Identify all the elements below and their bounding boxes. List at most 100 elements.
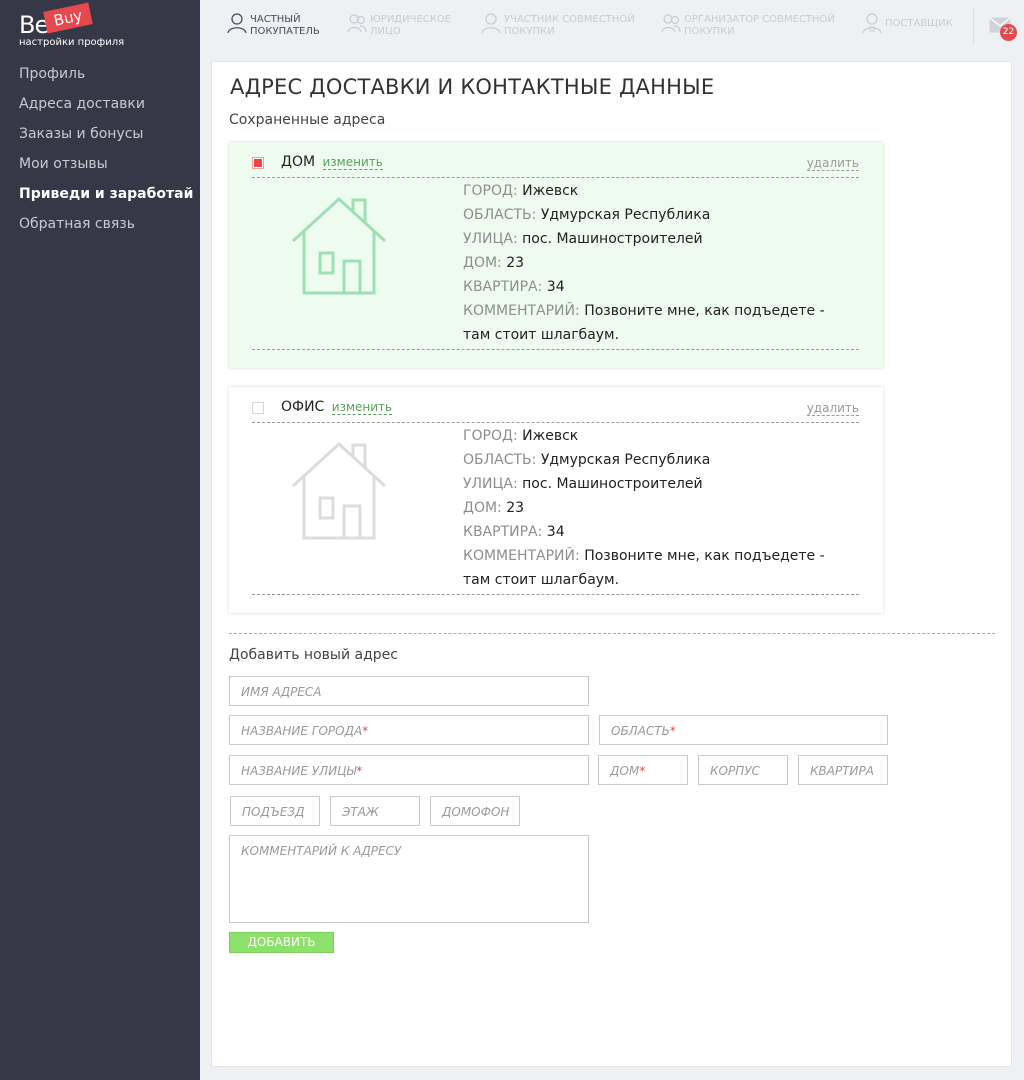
tab-label: ПОСТАВЩИК	[885, 18, 953, 29]
edit-address-link[interactable]: изменить	[322, 155, 383, 170]
logo-buy-badge: Buy	[43, 2, 93, 34]
address-street-row: УЛИЦА: пос. Машиностроителей	[463, 227, 843, 251]
tab-label: ОРГАНИЗАТОР СОВМЕСТНОЙ ПОКУПКИ	[684, 14, 835, 37]
saved-addresses-label: Сохраненные адреса	[229, 112, 386, 128]
sidebar-item-refer-earn[interactable]: Приведи и заработай	[19, 182, 193, 212]
field-placeholder: ДОМОФОН	[442, 805, 510, 819]
delete-address-link[interactable]: удалить	[806, 401, 859, 416]
apartment-field[interactable]: КВАРТИРА	[798, 755, 888, 785]
apartment-key: КВАРТИРА:	[463, 524, 543, 540]
street-field[interactable]: НАЗВАНИЕ УЛИЦЫ*	[229, 755, 589, 785]
house-key: ДОМ:	[463, 255, 502, 271]
delete-address-link[interactable]: удалить	[806, 156, 859, 171]
street-value: пос. Машиностроителей	[522, 476, 703, 492]
apartment-key: КВАРТИРА:	[463, 279, 543, 295]
field-placeholder: ИМЯ АДРЕСА	[241, 685, 322, 699]
section-separator	[229, 633, 995, 634]
field-placeholder: ДОМ	[610, 764, 640, 778]
house-key: ДОМ:	[463, 500, 502, 516]
sidebar-item-feedback[interactable]: Обратная связь	[19, 212, 193, 242]
tab-legal-entity[interactable]: ЮРИДИЧЕСКОЕ ЛИЦО	[347, 12, 451, 44]
house-icon	[291, 196, 387, 295]
tab-private-buyer[interactable]: ЧАСТНЫЙ ПОКУПАТЕЛЬ	[227, 12, 320, 44]
add-address-label: Добавить новый адрес	[229, 647, 398, 663]
address-card-home: ДОМ изменить удалить ГОРОД: Ижевск ОБЛАС…	[229, 142, 883, 368]
house-field[interactable]: ДОМ*	[598, 755, 688, 785]
main-panel: АДРЕС ДОСТАВКИ И КОНТАКТНЫЕ ДАННЫЕ Сохра…	[211, 61, 1012, 1067]
address-house-row: ДОМ: 23	[463, 251, 843, 275]
person-icon	[481, 13, 501, 34]
street-value: пос. Машиностроителей	[522, 231, 703, 247]
field-placeholder: ПОДЪЕЗД	[242, 805, 305, 819]
field-placeholder: НАЗВАНИЕ УЛИЦЫ	[241, 764, 357, 778]
person-icon	[227, 13, 247, 34]
city-key: ГОРОД:	[463, 428, 518, 444]
entrance-field[interactable]: ПОДЪЕЗД	[230, 796, 320, 826]
account-type-nav: ЧАСТНЫЙ ПОКУПАТЕЛЬ ЮРИДИЧЕСКОЕ ЛИЦО УЧАС…	[200, 0, 1024, 58]
address-select-checkbox[interactable]	[252, 402, 264, 414]
edit-address-link[interactable]: изменить	[331, 400, 393, 415]
building-field[interactable]: КОРПУС	[698, 755, 788, 785]
address-card-office: ОФИС изменить удалить ГОРОД: Ижевск ОБЛА…	[229, 387, 883, 613]
address-city-row: ГОРОД: Ижевск	[463, 179, 843, 203]
person-badge-icon	[862, 13, 882, 34]
address-card-divider	[252, 594, 859, 595]
address-comment-textarea[interactable]: КОММЕНТАРИЙ К АДРЕСУ	[229, 835, 589, 923]
region-key: ОБЛАСТЬ:	[463, 207, 537, 223]
sidebar-item-orders-bonuses[interactable]: Заказы и бонусы	[19, 122, 193, 152]
sidebar-item-profile[interactable]: Профиль	[19, 62, 193, 92]
address-region-row: ОБЛАСТЬ: Удмурская Республика	[463, 203, 843, 227]
region-value: Удмурская Республика	[540, 452, 711, 468]
nav-divider	[973, 8, 974, 44]
address-details: ГОРОД: Ижевск ОБЛАСТЬ: Удмурская Республ…	[463, 424, 843, 592]
address-card-header: ОФИС изменить удалить	[252, 387, 859, 423]
house-value: 23	[506, 500, 525, 516]
tab-joint-purchase-participant[interactable]: УЧАСТНИК СОВМЕСТНОЙ ПОКУПКИ	[481, 12, 635, 44]
field-placeholder: ОБЛАСТЬ	[611, 724, 670, 738]
floor-field[interactable]: ЭТАЖ	[330, 796, 420, 826]
field-placeholder: КОММЕНТАРИЙ К АДРЕСУ	[241, 844, 402, 858]
address-apartment-row: КВАРТИРА: 34	[463, 520, 843, 544]
address-title: ОФИС изменить	[281, 399, 393, 415]
address-comment-row: КОММЕНТАРИЙ: Позвоните мне, как подъедет…	[463, 299, 843, 347]
field-placeholder: НАЗВАНИЕ ГОРОДА	[241, 724, 363, 738]
address-card-divider	[252, 349, 859, 350]
logo[interactable]: Be Buy настройки профиля	[19, 2, 129, 52]
tab-label: УЧАСТНИК СОВМЕСТНОЙ ПОКУПКИ	[504, 14, 635, 37]
field-placeholder: КОРПУС	[710, 764, 760, 778]
house-value: 23	[506, 255, 525, 271]
address-title: ДОМ изменить	[281, 154, 383, 170]
comment-key: КОММЕНТАРИЙ:	[463, 303, 580, 319]
region-key: ОБЛАСТЬ:	[463, 452, 537, 468]
field-placeholder: ЭТАЖ	[342, 805, 379, 819]
address-house-row: ДОМ: 23	[463, 496, 843, 520]
tab-label: ЧАСТНЫЙ ПОКУПАТЕЛЬ	[250, 14, 320, 37]
required-mark: *	[639, 764, 646, 778]
city-value: Ижевск	[522, 183, 579, 199]
city-field[interactable]: НАЗВАНИЕ ГОРОДА*	[229, 715, 589, 745]
tab-label: ЮРИДИЧЕСКОЕ ЛИЦО	[370, 14, 452, 37]
address-select-checkbox[interactable]	[252, 157, 264, 169]
intercom-field[interactable]: ДОМОФОН	[430, 796, 520, 826]
address-region-row: ОБЛАСТЬ: Удмурская Республика	[463, 448, 843, 472]
sidebar-item-delivery-addresses[interactable]: Адреса доставки	[19, 92, 193, 122]
logo-subtitle: настройки профиля	[19, 37, 125, 48]
address-street-row: УЛИЦА: пос. Машиностроителей	[463, 472, 843, 496]
region-field[interactable]: ОБЛАСТЬ*	[599, 715, 888, 745]
tab-supplier[interactable]: ПОСТАВЩИК	[862, 12, 953, 44]
sidebar: Be Buy настройки профиля Профиль Адреса …	[0, 0, 200, 1080]
required-mark: *	[362, 724, 369, 738]
region-value: Удмурская Республика	[540, 207, 711, 223]
add-address-button[interactable]: ДОБАВИТЬ	[229, 932, 334, 953]
house-icon	[291, 441, 387, 540]
street-key: УЛИЦА:	[463, 476, 518, 492]
street-key: УЛИЦА:	[463, 231, 518, 247]
address-comment-row: КОММЕНТАРИЙ: Позвоните мне, как подъедет…	[463, 544, 843, 592]
address-name: ДОМ	[281, 154, 316, 170]
required-mark: *	[669, 724, 676, 738]
sidebar-item-my-reviews[interactable]: Мои отзывы	[19, 152, 193, 182]
tab-joint-purchase-organizer[interactable]: ОРГАНИЗАТОР СОВМЕСТНОЙ ПОКУПКИ	[661, 12, 835, 44]
address-card-header: ДОМ изменить удалить	[252, 142, 859, 178]
address-name-field[interactable]: ИМЯ АДРЕСА	[229, 676, 589, 706]
apartment-value: 34	[546, 279, 565, 295]
